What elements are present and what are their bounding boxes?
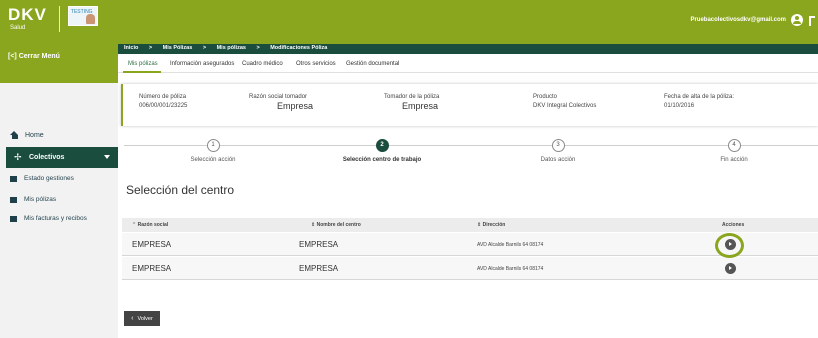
chevron-left-icon: ‹ [131, 315, 134, 322]
company-value: Empresa [277, 101, 314, 111]
step-1: 1 Selección acción [153, 138, 273, 163]
holder-label: Tomador de la póliza [384, 94, 440, 100]
step-3: 3 Datos acción [498, 138, 618, 163]
step-label: Selección acción [190, 157, 236, 163]
step-4: 4 Fin acción [674, 138, 794, 163]
column-header-nombre-centro[interactable]: ⇕ Nombre del centro [311, 222, 361, 228]
step-number: 3 [551, 139, 565, 152]
step-label: Datos acción [540, 157, 576, 163]
company-field: Razón social tomador Empresa [249, 94, 313, 111]
step-number: 2 [375, 139, 389, 152]
breadcrumb-item-inicio[interactable]: Inicio [124, 45, 138, 51]
step-number: 4 [727, 139, 741, 152]
sidebar-item-home[interactable]: Home [10, 131, 44, 139]
cell-nombre-centro: EMPRESA [299, 264, 339, 273]
cell-razon-social: EMPRESA [132, 240, 172, 249]
sidebar-item-label: Home [25, 131, 44, 139]
user-email[interactable]: Pruebacolectivosdkv@gmail.com [690, 17, 786, 23]
user-icon[interactable] [791, 14, 803, 26]
breadcrumb-separator: > [202, 45, 207, 51]
holder-field: Tomador de la póliza Empresa [384, 94, 439, 111]
step-label: Fin acción [720, 157, 748, 163]
breadcrumb: Inicio > Mis Pólizas > Mis pólizas > Mod… [118, 44, 818, 54]
tab-otros-servicios[interactable]: Otros servicios [296, 61, 336, 67]
holder-value: Empresa [402, 101, 439, 111]
highlight-circle [715, 233, 744, 258]
step-2: 2 Selección centro de trabajo [322, 138, 442, 163]
back-button[interactable]: ‹ Volver [124, 311, 160, 326]
dkv-logo[interactable]: DKV Salud TESTING [8, 6, 98, 34]
tab-gestion-documental[interactable]: Gestión documental [346, 61, 399, 67]
cell-direccion: AVD Alcalde Barnils 64 08174 [477, 242, 544, 248]
sidebar-item-estado-gestiones[interactable]: Estado gestiones [10, 175, 74, 182]
sidebar: [<] Cerrar Menú Home ✢ Colectivos Estado… [0, 44, 118, 338]
column-header-razon-social[interactable]: ⌃ Razón social [132, 222, 168, 228]
expand-icon[interactable] [809, 16, 815, 26]
company-label: Razón social tomador [249, 94, 308, 100]
policy-number-field: Número de póliza 006/00/001/23225 [139, 94, 187, 109]
sidebar-item-label: Mis pólizas [24, 196, 57, 203]
list-icon [10, 175, 17, 182]
testing-badge-avatar-icon [85, 14, 95, 24]
sidebar-header: [<] Cerrar Menú [0, 44, 118, 83]
tab-mis-polizas[interactable]: Mis pólizas [128, 61, 158, 67]
table-row[interactable]: EMPRESA EMPRESA AVD Alcalde Barnils 64 0… [122, 233, 818, 256]
top-bar: DKV Salud TESTING Pruebacolectivosdkv@gm… [0, 0, 818, 44]
document-icon [10, 196, 17, 203]
table-row[interactable]: EMPRESA EMPRESA AVD Alcalde Barnils 64 0… [122, 257, 818, 280]
breadcrumb-item-mis-polizas[interactable]: Mis Pólizas [163, 45, 193, 51]
sidebar-item-label: Estado gestiones [24, 175, 74, 182]
testing-badge: TESTING [67, 6, 98, 26]
start-date-value: 01/10/2016 [664, 103, 695, 109]
breadcrumb-separator: > [148, 45, 153, 51]
active-tab-indicator [123, 71, 161, 73]
breadcrumb-item-current: Modificaciones Póliza [270, 45, 328, 51]
wizard-stepper: 1 Selección acción 2 Selección centro de… [124, 138, 818, 166]
sidebar-item-label: Mis facturas y recibos [24, 215, 87, 222]
breadcrumb-item-mis-polizas-2[interactable]: Mis pólizas [217, 45, 246, 51]
back-button-label: Volver [137, 315, 153, 322]
policy-number-label: Número de póliza [139, 94, 187, 100]
cell-nombre-centro: EMPRESA [299, 240, 339, 249]
logo-text: DKV [8, 5, 47, 24]
sidebar-item-mis-facturas[interactable]: Mis facturas y recibos [10, 215, 87, 222]
tab-cuadro-medico[interactable]: Cuadro médico [242, 61, 283, 67]
column-header-acciones: Acciones [722, 222, 745, 228]
cell-razon-social: EMPRESA [132, 264, 172, 273]
colectivos-icon: ✢ [14, 152, 22, 162]
cell-direccion: AVD Alcalde Barnils 64 08174 [477, 266, 544, 272]
section-title: Selección del centro [126, 183, 235, 197]
column-header-direccion[interactable]: ⇕ Dirección [477, 222, 505, 228]
home-icon [10, 131, 19, 139]
start-date-label: Fecha de alta de la póliza: [664, 94, 735, 100]
close-menu-button[interactable]: [<] Cerrar Menú [8, 53, 60, 60]
policy-number-value: 006/00/001/23225 [139, 103, 188, 109]
tabs-bar: Mis pólizas Información asegurados Cuadr… [118, 54, 818, 73]
product-value: DKV Integral Colectivos [533, 103, 597, 109]
product-field: Producto DKV Integral Colectivos [533, 94, 596, 109]
table-header: ⌃ Razón social ⇕ Nombre del centro ⇕ Dir… [122, 218, 818, 232]
start-date-field: Fecha de alta de la póliza: 01/10/2016 [664, 94, 734, 109]
product-label: Producto [533, 94, 558, 100]
breadcrumb-separator: > [256, 45, 260, 51]
invoice-icon [10, 215, 17, 222]
chevron-down-icon [104, 155, 110, 159]
step-number: 1 [206, 139, 220, 152]
logo-subtitle: Salud [10, 25, 26, 31]
tab-informacion-asegurados[interactable]: Información asegurados [170, 61, 234, 67]
step-label: Selección centro de trabajo [342, 157, 422, 163]
sidebar-item-colectivos[interactable]: ✢ Colectivos [6, 147, 118, 168]
sidebar-item-label: Colectivos [29, 154, 65, 161]
logo-separator [58, 6, 60, 32]
row-action-arrow-icon[interactable] [725, 263, 736, 274]
sidebar-item-mis-polizas[interactable]: Mis pólizas [10, 196, 56, 203]
policy-info-card: Número de póliza 006/00/001/23225 Razón … [121, 84, 818, 126]
